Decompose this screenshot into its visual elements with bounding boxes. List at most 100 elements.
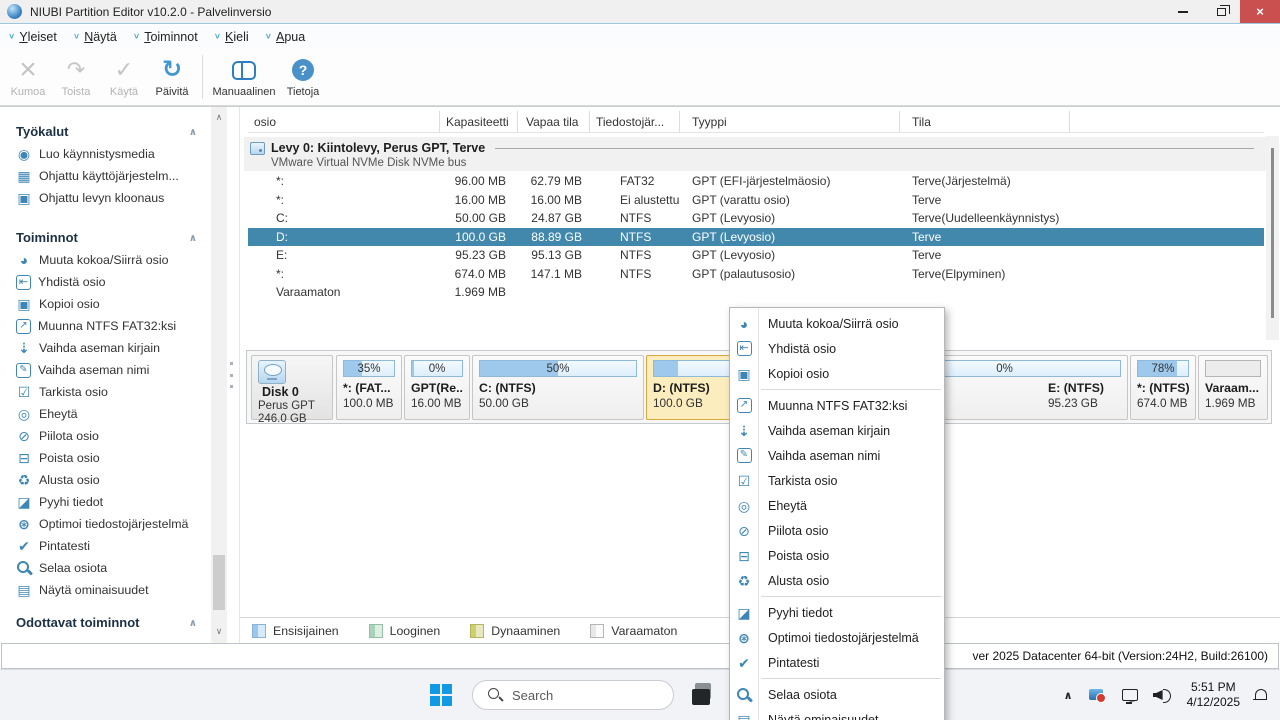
close-button[interactable]: × [1240, 0, 1280, 23]
sidebar-scrollbar[interactable] [211, 107, 227, 643]
redo-button[interactable]: Toista [52, 51, 100, 103]
context-explore[interactable]: Selaa osiota [730, 682, 944, 707]
context-convert[interactable]: Muunna NTFS FAT32:ksi [730, 393, 944, 418]
sidebar-item-surface-test[interactable]: Pintatesti [0, 535, 211, 557]
partition-block-efi[interactable]: 35% *: (FAT... 100.0 MB [336, 355, 402, 420]
sidebar-item-disk-clone[interactable]: Ohjattu levyn kloonaus [0, 187, 211, 209]
sidebar-item-drive-letter[interactable]: Vaihda aseman kirjain [0, 337, 211, 359]
about-button[interactable]: Tietoja [279, 51, 327, 103]
column-header-kapasiteetti[interactable]: Kapasiteetti [440, 111, 518, 132]
column-header-tila[interactable]: Tila [900, 111, 1070, 132]
defrag-icon [736, 498, 752, 514]
speaker-icon[interactable] [1153, 687, 1171, 703]
minimize-button[interactable] [1164, 0, 1202, 23]
splitter-handle[interactable] [230, 362, 234, 388]
partition-block-c[interactable]: 50% C: (NTFS) 50.00 GB [472, 355, 644, 420]
table-row[interactable]: *:674.0 MB147.1 MBNTFSGPT (palautusosio)… [248, 265, 1264, 284]
table-row[interactable]: E:95.23 GB95.13 GBNTFSGPT (Levyosio)Terv… [248, 246, 1264, 265]
context-resize-move[interactable]: Muuta kokoa/Siirrä osio [730, 311, 944, 336]
menu-kieli[interactable]: Kieli [214, 30, 249, 44]
network-icon[interactable] [1122, 688, 1139, 703]
taskbar-clock[interactable]: 5:51 PM 4/12/2025 [1187, 680, 1240, 710]
sidebar-item-merge[interactable]: Yhdistä osio [0, 271, 211, 293]
scrollbar-thumb[interactable] [1271, 148, 1274, 318]
context-surface-test[interactable]: Pintatesti [730, 650, 944, 675]
sidebar-item-optimize[interactable]: Optimoi tiedostojärjestelmä [0, 513, 211, 535]
partition-block-recovery[interactable]: 78% *: (NTFS) 674.0 MB [1130, 355, 1196, 420]
column-header-tyyppi[interactable]: Tyyppi [680, 111, 900, 132]
collapse-icon[interactable] [189, 230, 197, 244]
context-wipe[interactable]: Pyyhi tiedot [730, 600, 944, 625]
menu-separator [761, 678, 941, 679]
context-delete[interactable]: Poista osio [730, 543, 944, 568]
sidebar-item-rename[interactable]: Vaihda aseman nimi [0, 359, 211, 381]
apply-button[interactable]: Käytä [100, 51, 148, 103]
restore-button[interactable] [1202, 0, 1240, 23]
sidebar-item-explore[interactable]: Selaa osiota [0, 557, 211, 579]
redo-icon [67, 56, 85, 84]
partition-block-unallocated[interactable]: Varaam... 1.969 MB [1198, 355, 1268, 420]
disk-info-block[interactable]: Disk 0 Perus GPT 246.0 GB [251, 355, 333, 420]
sidebar-item-create-media[interactable]: Luo käynnistysmedia [0, 143, 211, 165]
undo-button[interactable]: Kumoa [4, 51, 52, 103]
sidebar-item-os-migration[interactable]: Ohjattu käyttöjärjestelm... [0, 165, 211, 187]
sidebar-item-check[interactable]: Tarkista osio [0, 381, 211, 403]
context-optimize[interactable]: Optimoi tiedostojärjestelmä [730, 625, 944, 650]
sidebar-item-resize-move[interactable]: Muuta kokoa/Siirrä osio [0, 249, 211, 271]
context-copy[interactable]: Kopioi osio [730, 361, 944, 386]
context-rename[interactable]: Vaihda aseman nimi [730, 443, 944, 468]
table-row[interactable]: C:50.00 GB24.87 GBNTFSGPT (Levyosio)Terv… [248, 209, 1264, 228]
sidebar-item-delete[interactable]: Poista osio [0, 447, 211, 469]
search-input[interactable]: Search [472, 680, 674, 710]
table-row-selected[interactable]: D:100.0 GB88.89 GBNTFSGPT (Levyosio)Terv… [248, 228, 1264, 247]
collapse-icon[interactable] [189, 615, 197, 629]
refresh-button[interactable]: Päivitä [148, 51, 196, 103]
disk-group-row[interactable]: Levy 0: Kiintolevy, Perus GPT, Terve VMw… [244, 137, 1266, 171]
tray-chevron-up-icon[interactable] [1064, 689, 1073, 702]
table-row[interactable]: *:96.00 MB62.79 MBFAT32GPT (EFI-järjeste… [248, 172, 1264, 191]
context-drive-letter[interactable]: Vaihda aseman kirjain [730, 418, 944, 443]
toolbar: Kumoa Toista Käytä Päivitä Manuaalinen T… [0, 48, 1280, 106]
context-hide[interactable]: Piilota osio [730, 518, 944, 543]
sidebar-section-odottavat[interactable]: Odottavat toiminnot [0, 610, 211, 634]
partition-block-reserved[interactable]: 0% GPT(Re... 16.00 MB [404, 355, 470, 420]
tray-disk-alert-icon[interactable] [1089, 688, 1106, 703]
sidebar-section-tyokalut[interactable]: Työkalut [0, 119, 211, 143]
context-format[interactable]: Alusta osio [730, 568, 944, 593]
table-scrollbar[interactable] [1266, 136, 1279, 340]
sidebar-item-wipe[interactable]: Pyyhi tiedot [0, 491, 211, 513]
sidebar-item-properties[interactable]: Näytä ominaisuudet [0, 579, 211, 601]
context-defrag[interactable]: Eheytä [730, 493, 944, 518]
sidebar-item-format[interactable]: Alusta osio [0, 469, 211, 491]
start-button[interactable] [430, 684, 452, 706]
manual-button[interactable]: Manuaalinen [209, 51, 279, 103]
disk-group-title: Levy 0: Kiintolevy, Perus GPT, Terve [271, 141, 485, 155]
context-check[interactable]: Tarkista osio [730, 468, 944, 493]
sidebar-item-convert[interactable]: Muunna NTFS FAT32:ksi [0, 315, 211, 337]
sidebar-item-defrag[interactable]: Eheytä [0, 403, 211, 425]
column-header-tiedostojarjestelma[interactable]: Tiedostojär... [590, 111, 680, 132]
table-row[interactable]: Varaamaton1.969 MB [248, 283, 1264, 302]
sidebar-main-divider [239, 107, 240, 643]
sidebar-item-hide[interactable]: Piilota osio [0, 425, 211, 447]
notification-bell-icon[interactable] [1254, 689, 1266, 702]
delete-partition-icon [16, 450, 32, 466]
sidebar-section-toiminnot[interactable]: Toiminnot [0, 225, 211, 249]
collapse-icon[interactable] [189, 124, 197, 138]
menu-yleiset[interactable]: Yleiset [8, 30, 57, 44]
taskbar-app-icon[interactable] [692, 682, 718, 708]
context-properties[interactable]: Näytä ominaisuudet [730, 707, 944, 720]
optimize-fs-icon [16, 516, 32, 532]
scroll-up-icon[interactable] [211, 109, 227, 125]
table-row[interactable]: *:16.00 MB16.00 MBEi alustettuGPT (varat… [248, 191, 1264, 210]
menu-apua[interactable]: Apua [265, 30, 306, 44]
scrollbar-thumb[interactable] [213, 555, 225, 610]
column-header-osio[interactable]: osio [248, 111, 440, 132]
context-merge[interactable]: Yhdistä osio [730, 336, 944, 361]
menu-toiminnot[interactable]: Toiminnot [133, 30, 198, 44]
column-header-vapaa-tila[interactable]: Vapaa tila [518, 111, 590, 132]
scroll-down-icon[interactable] [211, 623, 227, 639]
usage-bar: 50% [479, 360, 637, 377]
sidebar-item-copy[interactable]: Kopioi osio [0, 293, 211, 315]
menu-nayta[interactable]: Näytä [73, 30, 117, 44]
